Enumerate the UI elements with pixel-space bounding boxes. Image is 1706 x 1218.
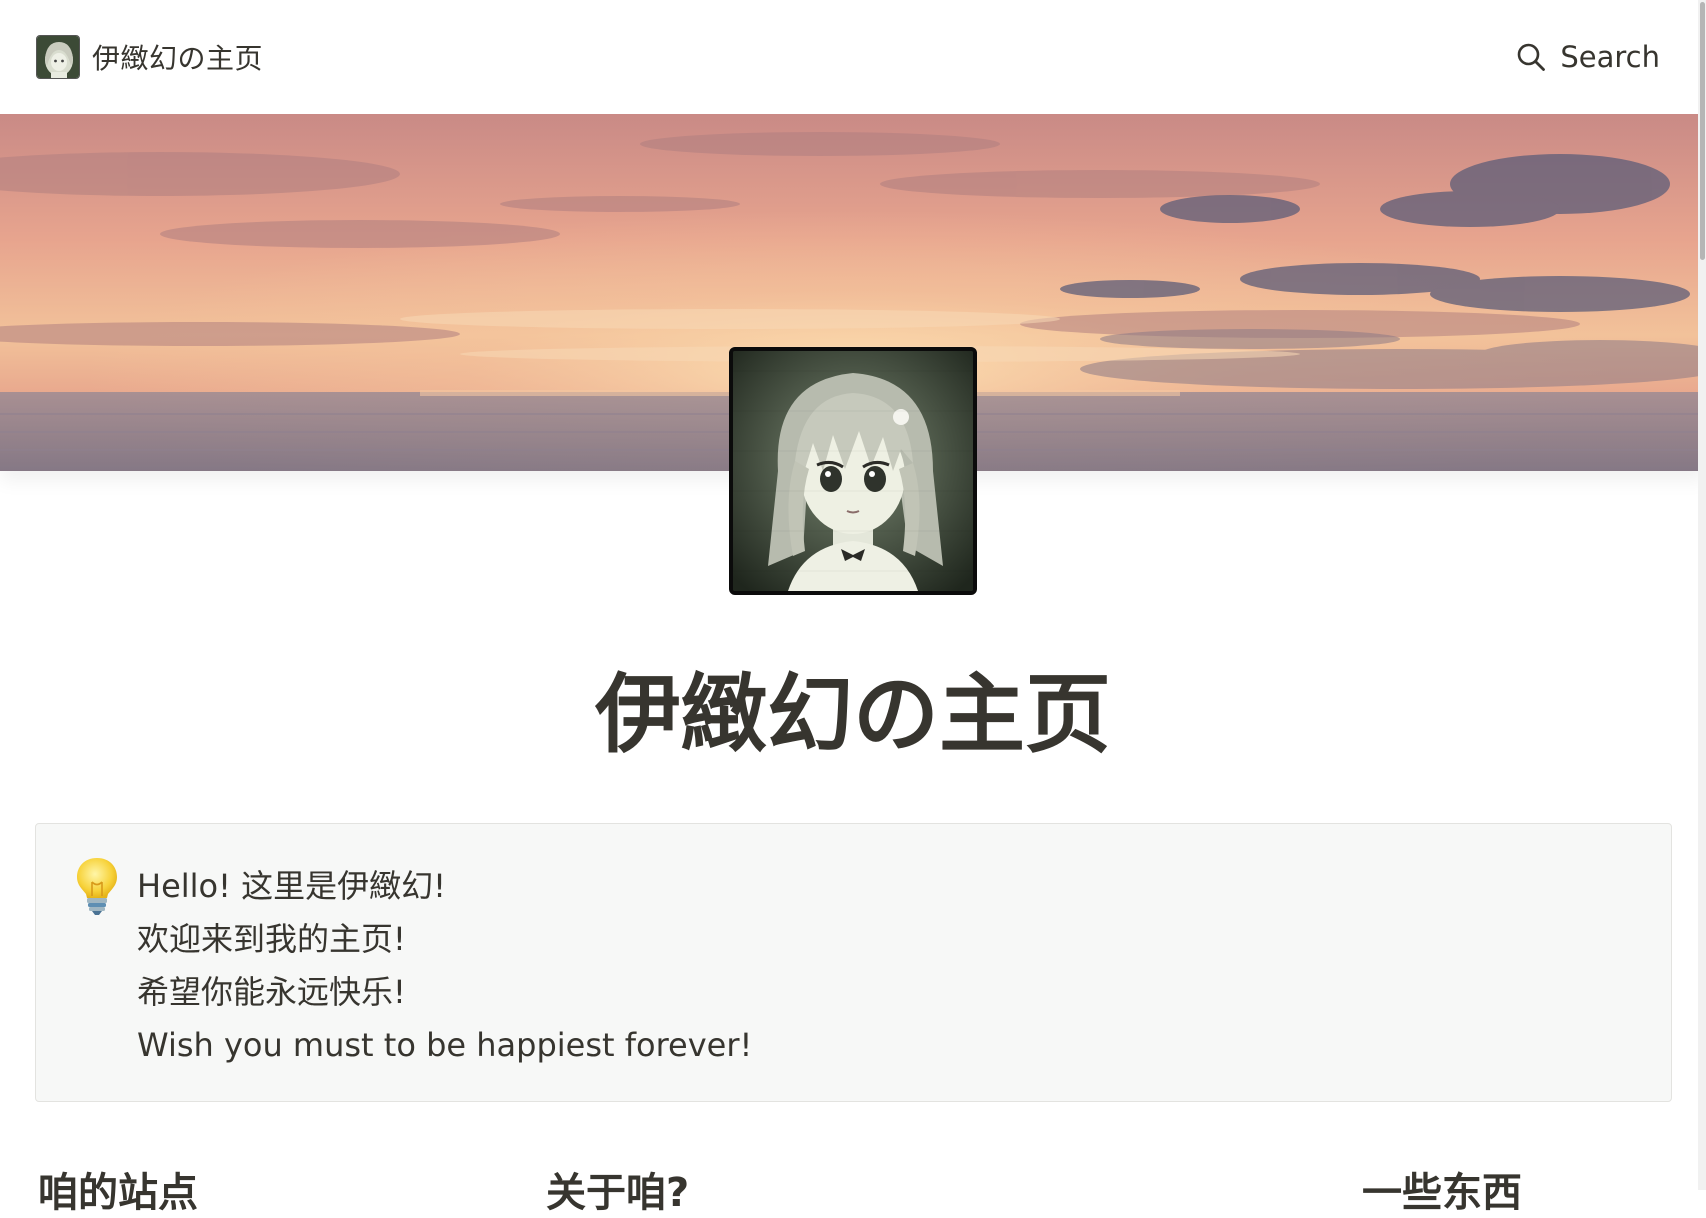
- column-heading-things: 一些东西: [1362, 1170, 1522, 1216]
- column-heading-sites: 咱的站点: [38, 1170, 198, 1216]
- callout-line: Wish you must to be happiest forever!: [137, 1026, 753, 1064]
- page-scrollbar[interactable]: [1698, 0, 1706, 1190]
- site-avatar-icon: [36, 35, 80, 79]
- callout-line: 希望你能永远快乐!: [137, 973, 406, 1011]
- callout-text: Hello! 这里是伊緻幻! 欢迎来到我的主页! 希望你能永远快乐! Wish …: [137, 860, 752, 1072]
- welcome-callout: Hello! 这里是伊緻幻! 欢迎来到我的主页! 希望你能永远快乐! Wish …: [35, 823, 1672, 1102]
- lightbulb-icon: [74, 856, 120, 916]
- site-title: 伊緻幻の主页: [92, 42, 264, 75]
- page-title: 伊緻幻の主页: [595, 665, 1111, 765]
- scrollbar-thumb[interactable]: [1700, 2, 1705, 260]
- search-label: Search: [1560, 40, 1660, 74]
- page-avatar-image: [729, 347, 977, 595]
- callout-line: 欢迎来到我的主页!: [137, 920, 406, 958]
- top-navigation-bar: 伊緻幻の主页 Search: [0, 0, 1706, 114]
- search-icon: [1518, 43, 1546, 71]
- search-button[interactable]: Search: [1516, 40, 1660, 74]
- callout-line: Hello! 这里是伊緻幻!: [137, 867, 446, 905]
- site-brand-link[interactable]: 伊緻幻の主页: [36, 35, 263, 79]
- column-heading-about: 关于咱?: [546, 1170, 690, 1216]
